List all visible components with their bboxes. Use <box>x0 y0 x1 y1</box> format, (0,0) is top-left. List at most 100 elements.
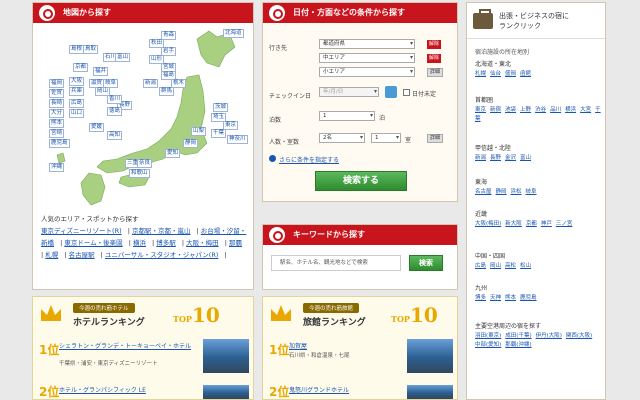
hotel-name-link[interactable]: ホテル・グランパシフィック LE <box>59 385 146 394</box>
popular-area-link[interactable]: 那覇 <box>229 239 242 247</box>
pref-link-ehime[interactable]: 愛媛 <box>89 123 105 132</box>
pref-link-tottori[interactable]: 鳥取 <box>83 45 99 54</box>
pref-link-fukui[interactable]: 福井 <box>93 67 109 76</box>
middle-area-select[interactable]: 中エリア <box>319 53 415 63</box>
popular-area-link[interactable]: 博多駅 <box>156 239 176 247</box>
ranking-area-link[interactable]: 高松 <box>505 263 516 269</box>
pref-link-hyogo[interactable]: 兵庫 <box>69 87 85 96</box>
prefecture-select[interactable]: 都道府県 <box>319 39 415 49</box>
pref-link-shimane[interactable]: 島根 <box>69 45 85 54</box>
ranking-area-link[interactable]: 羽田(東京) <box>475 333 501 339</box>
rooms-select[interactable]: 1 <box>371 133 401 143</box>
ranking-area-link[interactable]: 三ノ宮 <box>556 221 573 227</box>
ranking-area-link[interactable]: 京都 <box>526 221 537 227</box>
ranking-area-link[interactable]: 仙台 <box>490 71 501 77</box>
ranking-area-link[interactable]: 大阪(梅田) <box>475 221 501 227</box>
keyword-input[interactable]: 駅名、ホテル名、観光地などで検索 <box>271 255 401 271</box>
pref-link-nara[interactable]: 奈良 <box>137 159 153 168</box>
ranking-area-link[interactable]: 品川 <box>550 107 561 113</box>
ranking-area-link[interactable]: 岐阜 <box>526 189 537 195</box>
nights-select[interactable]: 1 <box>319 111 375 121</box>
ranking-area-link[interactable]: 富山 <box>520 155 531 161</box>
ranking-area-link[interactable]: 鹿児島 <box>520 295 537 301</box>
pref-link-yamanashi[interactable]: 山梨 <box>191 127 207 136</box>
pref-link-shizuoka[interactable]: 静岡 <box>183 139 199 148</box>
ranking-area-link[interactable]: 金沢 <box>505 155 516 161</box>
popular-area-link[interactable]: 大阪・梅田 <box>186 239 219 247</box>
ryokan-name-link[interactable]: 加賀屋 <box>289 341 307 350</box>
ranking-area-link[interactable]: 熊本 <box>505 295 516 301</box>
ranking-area-link[interactable]: 新宿 <box>490 107 501 113</box>
guests-detail-button[interactable]: 詳細 <box>427 134 444 143</box>
ranking-area-link[interactable]: 新潟 <box>475 155 486 161</box>
ranking-area-link[interactable]: 大宮 <box>580 107 591 113</box>
clear-area-button[interactable]: 解除 <box>427 54 442 63</box>
checkin-date-input[interactable]: 年/月/日 <box>319 87 379 97</box>
pref-link-gunma[interactable]: 群馬 <box>159 87 175 96</box>
pref-link-yamaguchi[interactable]: 山口 <box>69 109 85 118</box>
ranking-area-link[interactable]: 名古屋 <box>475 189 492 195</box>
ranking-area-link[interactable]: 天神 <box>490 295 501 301</box>
hotel-rank-item[interactable]: 1位 シェラトン・グランデ・トーキョーベイ・ホテル 千葉県・浦安・東京ディズニー… <box>39 341 199 371</box>
date-undecided-checkbox[interactable] <box>403 89 410 96</box>
ranking-area-link[interactable]: 博多 <box>475 295 486 301</box>
ranking-area-link[interactable]: 上野 <box>520 107 531 113</box>
pref-link-oita[interactable]: 大分 <box>49 109 65 118</box>
ranking-area-link[interactable]: 長野 <box>490 155 501 161</box>
ryokan-photo[interactable] <box>407 339 453 373</box>
pref-link-saga[interactable]: 佐賀 <box>49 89 65 98</box>
small-area-select[interactable]: 小エリア <box>319 67 415 77</box>
pref-link-osaka[interactable]: 大阪 <box>69 77 85 86</box>
ranking-area-link[interactable]: 静岡 <box>496 189 507 195</box>
ranking-area-link[interactable]: 浜松 <box>511 189 522 195</box>
calendar-icon[interactable] <box>385 86 397 98</box>
pref-link-nagasaki[interactable]: 長崎 <box>49 99 65 108</box>
condition-search-button[interactable]: 検索する <box>315 171 407 191</box>
ranking-area-link[interactable]: 関西(大阪) <box>566 333 592 339</box>
guests-select[interactable]: 2名 <box>319 133 365 143</box>
hotel-name-link[interactable]: シェラトン・グランデ・トーキョーベイ・ホテル <box>59 341 191 350</box>
ranking-area-link[interactable]: 岡山 <box>490 263 501 269</box>
keyword-search-button[interactable]: 検索 <box>409 255 443 271</box>
ranking-area-link[interactable]: 横浜 <box>565 107 576 113</box>
ranking-area-link[interactable]: 盛岡 <box>505 71 516 77</box>
pref-link-niigata[interactable]: 新潟 <box>143 79 159 88</box>
popular-area-link[interactable]: 京都駅・京都・嵐山 <box>132 227 191 235</box>
more-conditions-link[interactable]: さらに条件を指定する <box>279 155 339 164</box>
pref-link-kyoto[interactable]: 京都 <box>73 63 89 72</box>
pref-link-kagoshima[interactable]: 鹿児島 <box>49 139 70 148</box>
pref-link-fukuoka[interactable]: 福岡 <box>49 79 65 88</box>
pref-link-miyazaki[interactable]: 宮崎 <box>49 129 65 138</box>
pref-link-wakayama[interactable]: 和歌山 <box>129 169 150 178</box>
ranking-area-link[interactable]: 新大阪 <box>505 221 522 227</box>
pref-link-kagawa[interactable]: 香川 <box>107 95 123 104</box>
ryokan-rank-item[interactable]: 2位 鬼怒川グランドホテル <box>269 383 405 399</box>
popular-area-link[interactable]: 名古屋駅 <box>69 251 95 259</box>
hotel-photo[interactable] <box>203 339 249 373</box>
ranking-area-link[interactable]: 中部(愛知) <box>475 342 501 348</box>
popular-area-link[interactable]: ユニバーサル・スタジオ・ジャパン(R) <box>105 251 218 259</box>
popular-area-link[interactable]: 東京ドーム・後楽園 <box>64 239 122 247</box>
clear-dest-button[interactable]: 解除 <box>427 40 442 49</box>
pref-link-chiba[interactable]: 千葉 <box>211 129 227 138</box>
ranking-area-link[interactable]: 神戸 <box>541 221 552 227</box>
ranking-area-link[interactable]: 広島 <box>475 263 486 269</box>
hotel-rank-item[interactable]: 2位 ホテル・グランパシフィック LE <box>39 383 199 399</box>
ranking-area-link[interactable]: 池袋 <box>505 107 516 113</box>
ryokan-name-link[interactable]: 鬼怒川グランドホテル <box>289 385 349 394</box>
ranking-area-link[interactable]: 那覇(沖縄) <box>505 342 531 348</box>
ranking-area-link[interactable]: 渋谷 <box>535 107 546 113</box>
ranking-area-link[interactable]: 札幌 <box>475 71 486 77</box>
hotel-photo[interactable] <box>203 385 249 399</box>
ranking-area-link[interactable]: 成田(千葉) <box>505 333 531 339</box>
popular-area-link[interactable]: 札幌 <box>45 251 58 259</box>
pref-link-aichi[interactable]: 愛知 <box>165 149 181 158</box>
pref-link-hokkaido[interactable]: 北海道 <box>223 29 244 38</box>
ranking-area-link[interactable]: 函館 <box>520 71 531 77</box>
pref-link-kanagawa[interactable]: 神奈川 <box>227 135 248 144</box>
ranking-area-link[interactable]: 松山 <box>520 263 531 269</box>
pref-link-toyama[interactable]: 富山 <box>115 53 131 62</box>
ryokan-photo[interactable] <box>407 385 453 399</box>
pref-link-kochi[interactable]: 高知 <box>107 131 123 140</box>
ranking-area-link[interactable]: 東京 <box>475 107 486 113</box>
